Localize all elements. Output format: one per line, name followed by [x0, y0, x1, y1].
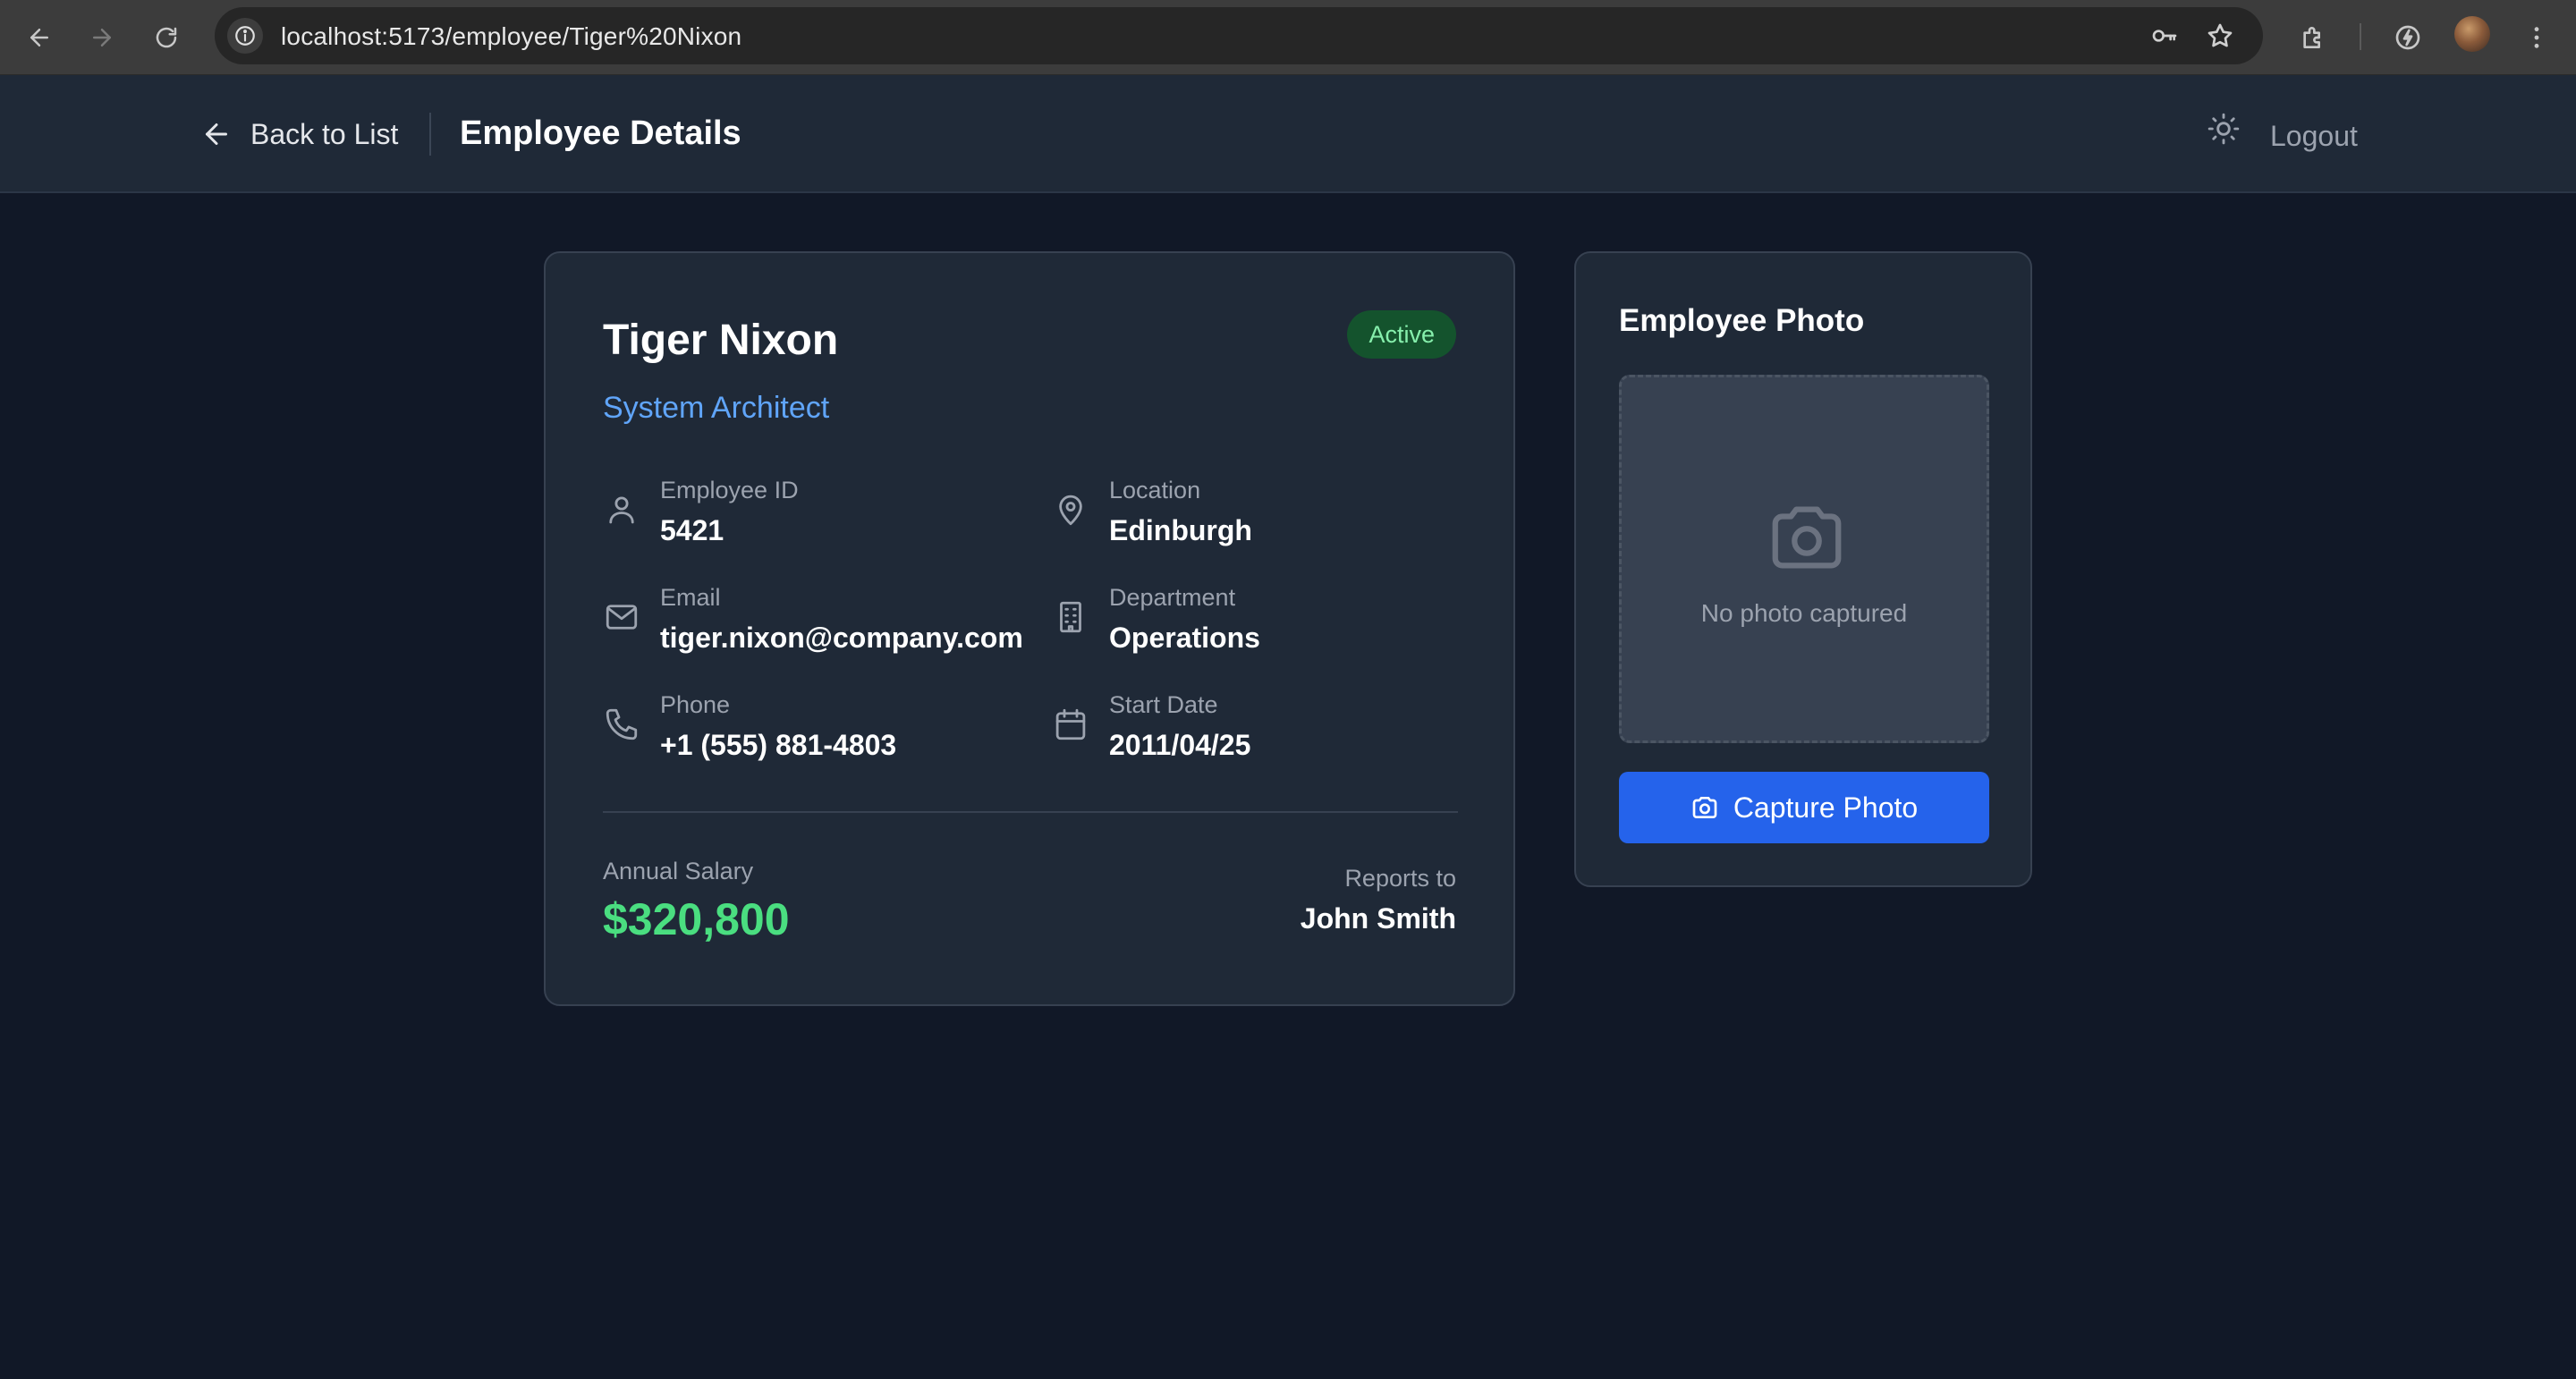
- back-to-list-label: Back to List: [250, 117, 399, 150]
- menu-icon[interactable]: [2515, 16, 2558, 59]
- back-icon[interactable]: [20, 18, 59, 57]
- sun-icon[interactable]: [2204, 109, 2243, 148]
- site-info-icon[interactable]: [227, 18, 263, 54]
- mail-icon: [603, 598, 640, 636]
- department-label: Department: [1109, 584, 1236, 611]
- arrow-left-icon: [206, 123, 227, 145]
- no-photo-text: No photo captured: [1700, 599, 1908, 627]
- address-bar[interactable]: localhost:5173/employee/Tiger%20Nixon: [215, 7, 2263, 64]
- key-icon[interactable]: [2148, 20, 2181, 52]
- email-label: Email: [660, 584, 721, 611]
- logout-button[interactable]: Logout: [2270, 120, 2358, 153]
- phone-value: +1 (555) 881-4803: [660, 729, 897, 761]
- reports-to-label: Reports to: [1344, 865, 1456, 892]
- capture-photo-button[interactable]: Capture Photo: [1619, 772, 1989, 843]
- browser-toolbar: localhost:5173/employee/Tiger%20Nixon: [0, 0, 2576, 75]
- camera-small-icon: [1692, 797, 1717, 818]
- employee-id-label: Employee ID: [660, 477, 799, 503]
- extensions-icon[interactable]: [2292, 16, 2334, 59]
- profile-avatar[interactable]: [2454, 16, 2490, 52]
- star-icon[interactable]: [2204, 20, 2236, 52]
- header-divider: [429, 113, 431, 156]
- camera-icon: [1765, 495, 1849, 580]
- toolbar-separator: [2360, 23, 2361, 50]
- page-title: Employee Details: [460, 114, 741, 152]
- user-icon: [603, 491, 640, 529]
- map-pin-icon: [1052, 491, 1089, 529]
- url-text[interactable]: localhost:5173/employee/Tiger%20Nixon: [281, 22, 741, 51]
- location-value: Edinburgh: [1109, 514, 1252, 546]
- employee-id-value: 5421: [660, 514, 724, 546]
- performance-icon[interactable]: [2386, 16, 2429, 59]
- location-label: Location: [1109, 477, 1201, 503]
- phone-label: Phone: [660, 691, 731, 718]
- employee-card: Tiger Nixon System Architect Active Empl…: [544, 251, 1515, 1006]
- photo-card-title: Employee Photo: [1619, 303, 1865, 338]
- start-date-value: 2011/04/25: [1109, 729, 1251, 761]
- salary-value: $320,800: [603, 894, 790, 944]
- calendar-icon: [1052, 706, 1089, 743]
- capture-photo-label: Capture Photo: [1733, 791, 1919, 824]
- department-value: Operations: [1109, 622, 1260, 654]
- back-to-list-link[interactable]: Back to List: [200, 114, 398, 154]
- photo-placeholder: No photo captured: [1619, 375, 1989, 743]
- phone-icon: [603, 706, 640, 743]
- reports-to-value: John Smith: [1300, 902, 1456, 935]
- app-header: Back to List Employee Details Logout: [0, 75, 2576, 193]
- employee-position: System Architect: [603, 391, 830, 425]
- employee-photo-card: Employee Photo No photo captured Capture…: [1574, 251, 2032, 887]
- salary-label: Annual Salary: [603, 858, 754, 884]
- card-divider: [603, 811, 1458, 813]
- building-icon: [1052, 598, 1089, 636]
- email-value: tiger.nixon@company.com: [660, 622, 1023, 654]
- forward-icon[interactable]: [82, 18, 122, 57]
- status-badge: Active: [1347, 310, 1456, 359]
- start-date-label: Start Date: [1109, 691, 1218, 718]
- reload-icon[interactable]: [147, 18, 186, 57]
- employee-name: Tiger Nixon: [603, 317, 839, 364]
